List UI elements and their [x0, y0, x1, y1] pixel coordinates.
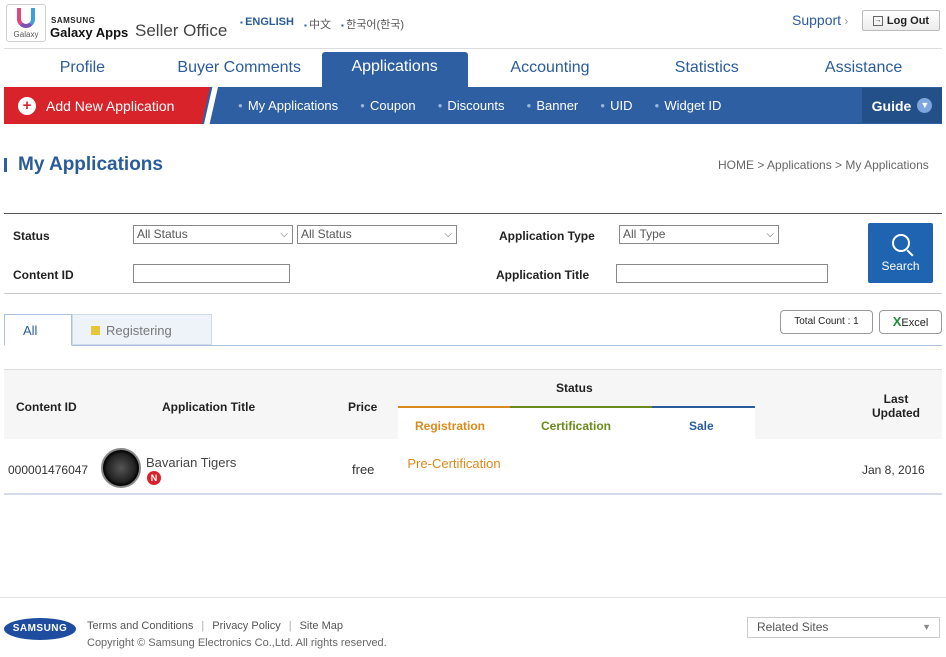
- brand-galaxy-apps: Galaxy Apps: [50, 25, 129, 40]
- brand-samsung: SAMSUNG: [51, 16, 96, 25]
- language-selector: ENGLISH 中文 한국어(한국): [240, 16, 404, 32]
- galaxy-apps-logo[interactable]: Galaxy: [6, 4, 46, 42]
- status-label: Status: [13, 229, 50, 243]
- sub-nav-items: My Applications Coupon Discounts Banner …: [238, 87, 722, 124]
- lang-chinese[interactable]: 中文: [304, 16, 331, 32]
- logout-label: Log Out: [886, 14, 930, 27]
- col-content-id: Content ID: [16, 400, 77, 414]
- privacy-link[interactable]: Privacy Policy: [212, 620, 280, 632]
- total-count-badge: Total Count : 1: [780, 310, 873, 334]
- excel-label: Excel: [901, 317, 929, 329]
- row-last-updated: Jan 8, 2016: [862, 463, 925, 477]
- new-badge: N: [147, 471, 161, 485]
- tab-registering[interactable]: Registering: [72, 314, 212, 345]
- status-select-2-value: All Status: [301, 227, 352, 241]
- chevron-down-icon: ▼: [917, 98, 933, 113]
- guide-button[interactable]: Guide ▼: [862, 88, 942, 123]
- logout-icon: →: [872, 15, 883, 26]
- subnav-widget-id[interactable]: Widget ID: [654, 98, 721, 113]
- col-registration: Registration: [415, 419, 486, 433]
- table-header: Content ID Application Title Price Statu…: [4, 369, 942, 440]
- header: Galaxy SAMSUNG Galaxy Apps Seller Office…: [0, 0, 946, 48]
- main-nav: Profile Buyer Comments Applications Acco…: [4, 48, 942, 87]
- content-id-label: Content ID: [13, 268, 74, 282]
- subnav-banner[interactable]: Banner: [526, 98, 578, 113]
- brand-seller-office: Seller Office: [135, 21, 228, 40]
- divider: |: [288, 620, 292, 632]
- application-type-label: Application Type: [499, 229, 595, 243]
- chevron-down-icon: ▼: [922, 622, 931, 632]
- related-sites-label: Related Sites: [757, 620, 829, 634]
- status-select-1-value: All Status: [137, 227, 188, 241]
- row-app-title[interactable]: Bavarian Tigers: [146, 455, 236, 470]
- subnav-uid[interactable]: UID: [600, 98, 632, 113]
- search-panel: Status All Status ⌵ All Status ⌵ Applica…: [4, 213, 942, 294]
- tab-statistics[interactable]: Statistics: [628, 49, 785, 87]
- search-icon: [891, 234, 910, 252]
- galaxy-u-icon: [17, 8, 35, 28]
- row-registration-status[interactable]: Pre-Certification: [402, 456, 506, 471]
- subnav-my-applications[interactable]: My Applications: [238, 98, 338, 113]
- page-title: My Applications: [18, 154, 163, 175]
- lang-english[interactable]: ENGLISH: [240, 16, 294, 32]
- tab-assistance[interactable]: Assistance: [785, 49, 942, 87]
- application-title-label: Application Title: [496, 268, 590, 282]
- footer-links: Terms and Conditions | Privacy Policy | …: [87, 620, 343, 632]
- logout-button[interactable]: → Log Out: [862, 10, 940, 31]
- col-application-title: Application Title: [162, 400, 256, 414]
- add-new-application-button[interactable]: + Add New Application: [4, 87, 210, 124]
- col-last-updated-1: Last: [883, 392, 909, 406]
- footer: SAMSUNG Terms and Conditions | Privacy P…: [0, 597, 946, 657]
- terms-link[interactable]: Terms and Conditions: [87, 620, 193, 632]
- plus-icon: +: [18, 96, 36, 115]
- chevron-down-icon: ⌵: [280, 229, 288, 240]
- tab-buyer-comments[interactable]: Buyer Comments: [161, 49, 318, 87]
- copyright: Copyright © Samsung Electronics Co.,Ltd.…: [87, 637, 387, 649]
- samsung-logo[interactable]: SAMSUNG: [4, 618, 76, 640]
- support-link[interactable]: Support: [792, 12, 848, 28]
- application-type-select[interactable]: All Type ⌵: [619, 225, 779, 244]
- subnav-coupon[interactable]: Coupon: [360, 98, 416, 113]
- breadcrumb: HOME > Applications > My Applications: [718, 158, 929, 172]
- sub-nav: + Add New Application My Applications Co…: [4, 87, 942, 124]
- tab-applications[interactable]: Applications: [321, 52, 468, 87]
- chevron-down-icon: ⌵: [444, 229, 452, 240]
- title-accent-bar: [4, 158, 7, 172]
- related-sites-select[interactable]: Related Sites ▼: [747, 617, 940, 638]
- table-row[interactable]: 000001476047 Bavarian Tigers N free Pre-…: [4, 440, 942, 495]
- content-id-input[interactable]: [133, 264, 290, 283]
- row-price: free: [352, 462, 375, 477]
- app-thumbnail[interactable]: [101, 448, 141, 488]
- tab-all[interactable]: All: [4, 314, 72, 346]
- col-status: Status: [556, 381, 593, 395]
- row-content-id: 000001476047: [8, 463, 89, 477]
- chevron-down-icon: ⌵: [766, 229, 774, 240]
- application-title-input[interactable]: [616, 264, 828, 283]
- add-new-label: Add New Application: [46, 97, 175, 114]
- col-last-updated: Last Updated: [869, 392, 923, 420]
- lang-korean[interactable]: 한국어(한국): [341, 16, 404, 32]
- excel-button[interactable]: XExcel: [879, 310, 942, 334]
- tab-profile[interactable]: Profile: [4, 49, 161, 87]
- col-sale: Sale: [689, 419, 714, 433]
- col-price: Price: [348, 400, 378, 414]
- tab-accounting[interactable]: Accounting: [472, 49, 629, 87]
- application-type-value: All Type: [623, 227, 666, 241]
- search-button[interactable]: Search: [868, 223, 933, 283]
- sitemap-link[interactable]: Site Map: [300, 620, 343, 632]
- logo-text: Galaxy: [13, 30, 39, 39]
- registering-square-icon: [91, 326, 100, 335]
- tab-registering-label: Registering: [106, 323, 172, 338]
- divider: |: [201, 620, 205, 632]
- status-select-2[interactable]: All Status ⌵: [297, 225, 457, 244]
- col-certification: Certification: [541, 419, 612, 433]
- search-button-label: Search: [881, 259, 920, 273]
- status-select-1[interactable]: All Status ⌵: [133, 225, 293, 244]
- guide-label: Guide: [871, 97, 912, 114]
- col-last-updated-2: Updated: [872, 406, 920, 420]
- subnav-discounts[interactable]: Discounts: [438, 98, 504, 113]
